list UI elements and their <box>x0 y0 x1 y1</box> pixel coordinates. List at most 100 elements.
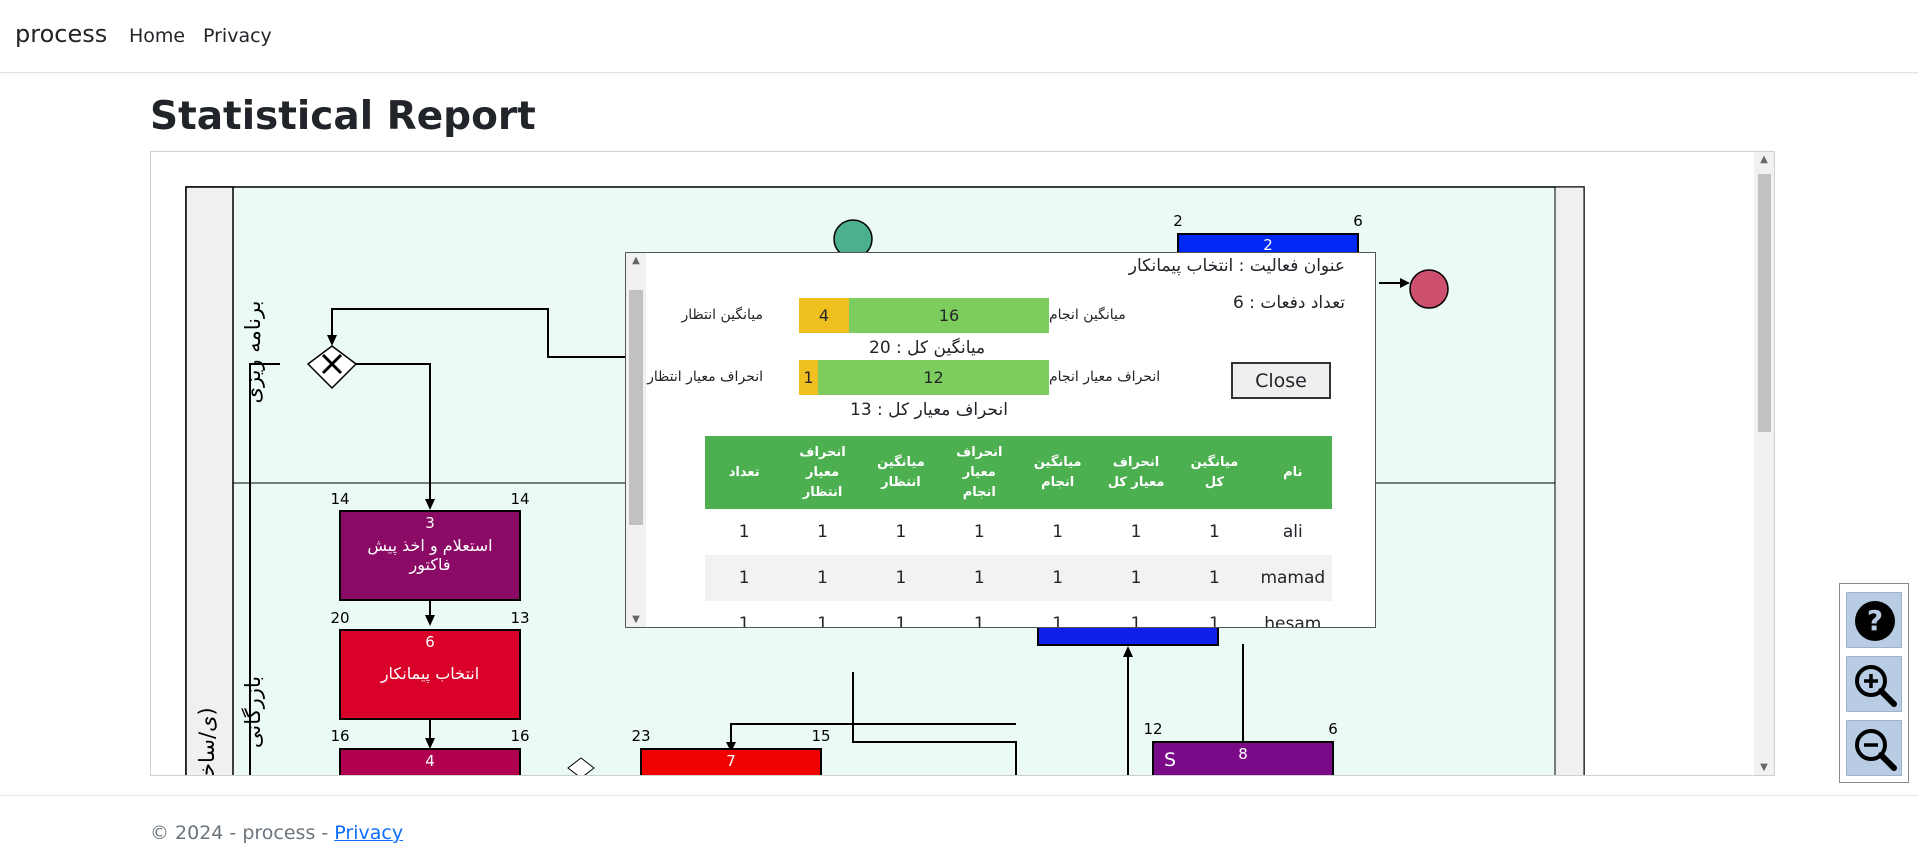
end-event <box>1409 269 1449 309</box>
popup-scroll-down[interactable]: ▼ <box>626 614 646 625</box>
table-cell: 1 <box>738 614 750 628</box>
popup-scroll-up[interactable]: ▲ <box>626 255 646 266</box>
svg-text:12: 12 <box>1143 720 1162 738</box>
table-cell: 1 <box>1130 522 1142 542</box>
scroll-down-arrow[interactable]: ▼ <box>1754 762 1774 773</box>
table-cell: 1 <box>1175 555 1254 601</box>
svg-text:2: 2 <box>1173 212 1183 230</box>
table-cell: 1 <box>1096 555 1176 601</box>
activity-count: تعداد دفعات : 6 <box>1233 293 1345 313</box>
svg-text:16: 16 <box>510 727 529 745</box>
svg-text:7: 7 <box>726 752 736 770</box>
table-cell: 1 <box>861 555 941 601</box>
canvas-scrollbar[interactable]: ▲ ▼ <box>1754 152 1774 775</box>
help-icon: ? <box>1855 601 1895 641</box>
mean-bar: 4 16 <box>799 298 1049 333</box>
std-bar: 1 12 <box>799 360 1049 395</box>
svg-text:4: 4 <box>425 752 435 770</box>
page-title: Statistical Report <box>150 94 536 139</box>
table-cell: 1 <box>705 555 784 601</box>
table-cell: 1 <box>738 522 750 542</box>
table-header: میانگین انتظار <box>861 436 941 509</box>
table-cell: 1 <box>817 614 828 628</box>
table-cell: mamad <box>1253 555 1332 601</box>
table-row: mamad 1 1 1 1 1 1 1 <box>705 555 1332 601</box>
lane-label-pool: ی/ساخت) <box>195 707 219 776</box>
svg-text:13: 13 <box>510 609 529 627</box>
std-wait-label: انحراف معیار انتظار <box>647 369 763 385</box>
zoom-out-button[interactable] <box>1846 720 1902 776</box>
table-header: انحراف معیار انجام <box>940 436 1019 509</box>
footer: © 2024 - process - Privacy <box>150 822 403 844</box>
table-header: انحراف معیار کل <box>1096 436 1176 509</box>
diagram-toolbar: ? <box>1839 583 1909 783</box>
mean-do-label: میانگین انجام <box>1049 307 1126 323</box>
std-wait-bar: 1 <box>799 360 818 395</box>
mean-wait-bar: 4 <box>799 298 849 333</box>
zoom-in-icon <box>1855 665 1897 707</box>
popup-scroll-thumb[interactable] <box>629 290 643 525</box>
table-row: hesam 1 1 1 1 1 1 1 <box>705 601 1332 628</box>
activity-title: عنوان فعالیت : انتخاب پیمانکار <box>1128 256 1345 276</box>
svg-text:6: 6 <box>1328 720 1338 738</box>
table-cell: 1 <box>1130 614 1142 628</box>
svg-text:6: 6 <box>425 633 435 651</box>
table-header: میانگین کل <box>1175 436 1254 509</box>
svg-text:8: 8 <box>1238 745 1248 763</box>
table-cell: 1 <box>1209 614 1220 628</box>
std-do-bar: 12 <box>818 360 1049 395</box>
table-cell: 1 <box>895 614 907 628</box>
mean-total: میانگین کل : 20 <box>869 338 986 358</box>
table-header: انحراف معیار انتظار <box>783 436 862 509</box>
nav-home-link[interactable]: Home <box>129 25 185 47</box>
svg-text:3: 3 <box>425 514 435 532</box>
footer-divider <box>0 795 1918 796</box>
popup-scrollbar[interactable]: ▲ ▼ <box>626 253 646 627</box>
pool-header <box>185 186 234 775</box>
table-cell: ali <box>1282 522 1303 542</box>
std-do-label: انحراف معیار انجام <box>1049 369 1161 385</box>
table-cell: 1 <box>973 614 985 628</box>
table-cell: 1 <box>1209 522 1220 542</box>
zoom-out-icon <box>1855 729 1897 771</box>
table-cell: 1 <box>783 555 862 601</box>
help-button[interactable]: ? <box>1846 592 1902 648</box>
svg-text:استعلام و اخذ پیش: استعلام و اخذ پیش <box>367 536 492 556</box>
scroll-up-arrow[interactable]: ▲ <box>1754 154 1774 165</box>
svg-text:16: 16 <box>330 727 349 745</box>
svg-text:14: 14 <box>330 490 349 508</box>
zoom-in-button[interactable] <box>1846 656 1902 712</box>
mean-do-bar: 16 <box>849 298 1049 333</box>
svg-text:6: 6 <box>1353 212 1363 230</box>
table-row: ali 1 1 1 1 1 1 1 <box>705 509 1332 555</box>
table-header: تعداد <box>705 436 784 509</box>
table-header: میانگین انجام <box>1018 436 1097 509</box>
svg-text:20: 20 <box>330 609 349 627</box>
stats-table: نام میانگین کل انحراف معیار کل میانگین ا… <box>705 436 1332 628</box>
table-cell: 1 <box>1052 614 1064 628</box>
lane-label-planning: برنامه ریزی <box>241 301 265 404</box>
svg-text:?: ? <box>1867 604 1883 637</box>
pool-right-band <box>1554 186 1585 775</box>
table-cell: 1 <box>940 555 1019 601</box>
brand-link[interactable]: process <box>15 20 107 48</box>
svg-text:14: 14 <box>510 490 529 508</box>
table-cell: 1 <box>895 522 907 542</box>
std-total: انحراف معیار کل : 13 <box>850 400 1008 420</box>
nav-privacy-link[interactable]: Privacy <box>203 25 272 47</box>
scroll-thumb[interactable] <box>1758 174 1771 432</box>
table-cell: 1 <box>1052 522 1064 542</box>
navbar: process Home Privacy <box>0 0 1918 73</box>
footer-text: © 2024 - process - <box>150 822 335 844</box>
svg-text:فاکتور: فاکتور <box>409 555 451 575</box>
svg-text:15: 15 <box>811 727 830 745</box>
table-cell: 1 <box>973 522 985 542</box>
svg-text:23: 23 <box>631 727 650 745</box>
table-cell: 1 <box>1018 555 1097 601</box>
close-button[interactable]: Close <box>1231 362 1331 399</box>
table-cell: 1 <box>817 522 828 542</box>
table-header: نام <box>1253 436 1332 509</box>
mean-wait-label: میانگین انتظار <box>681 307 763 323</box>
table-cell: hesam <box>1264 614 1322 628</box>
footer-privacy-link[interactable]: Privacy <box>334 822 403 844</box>
